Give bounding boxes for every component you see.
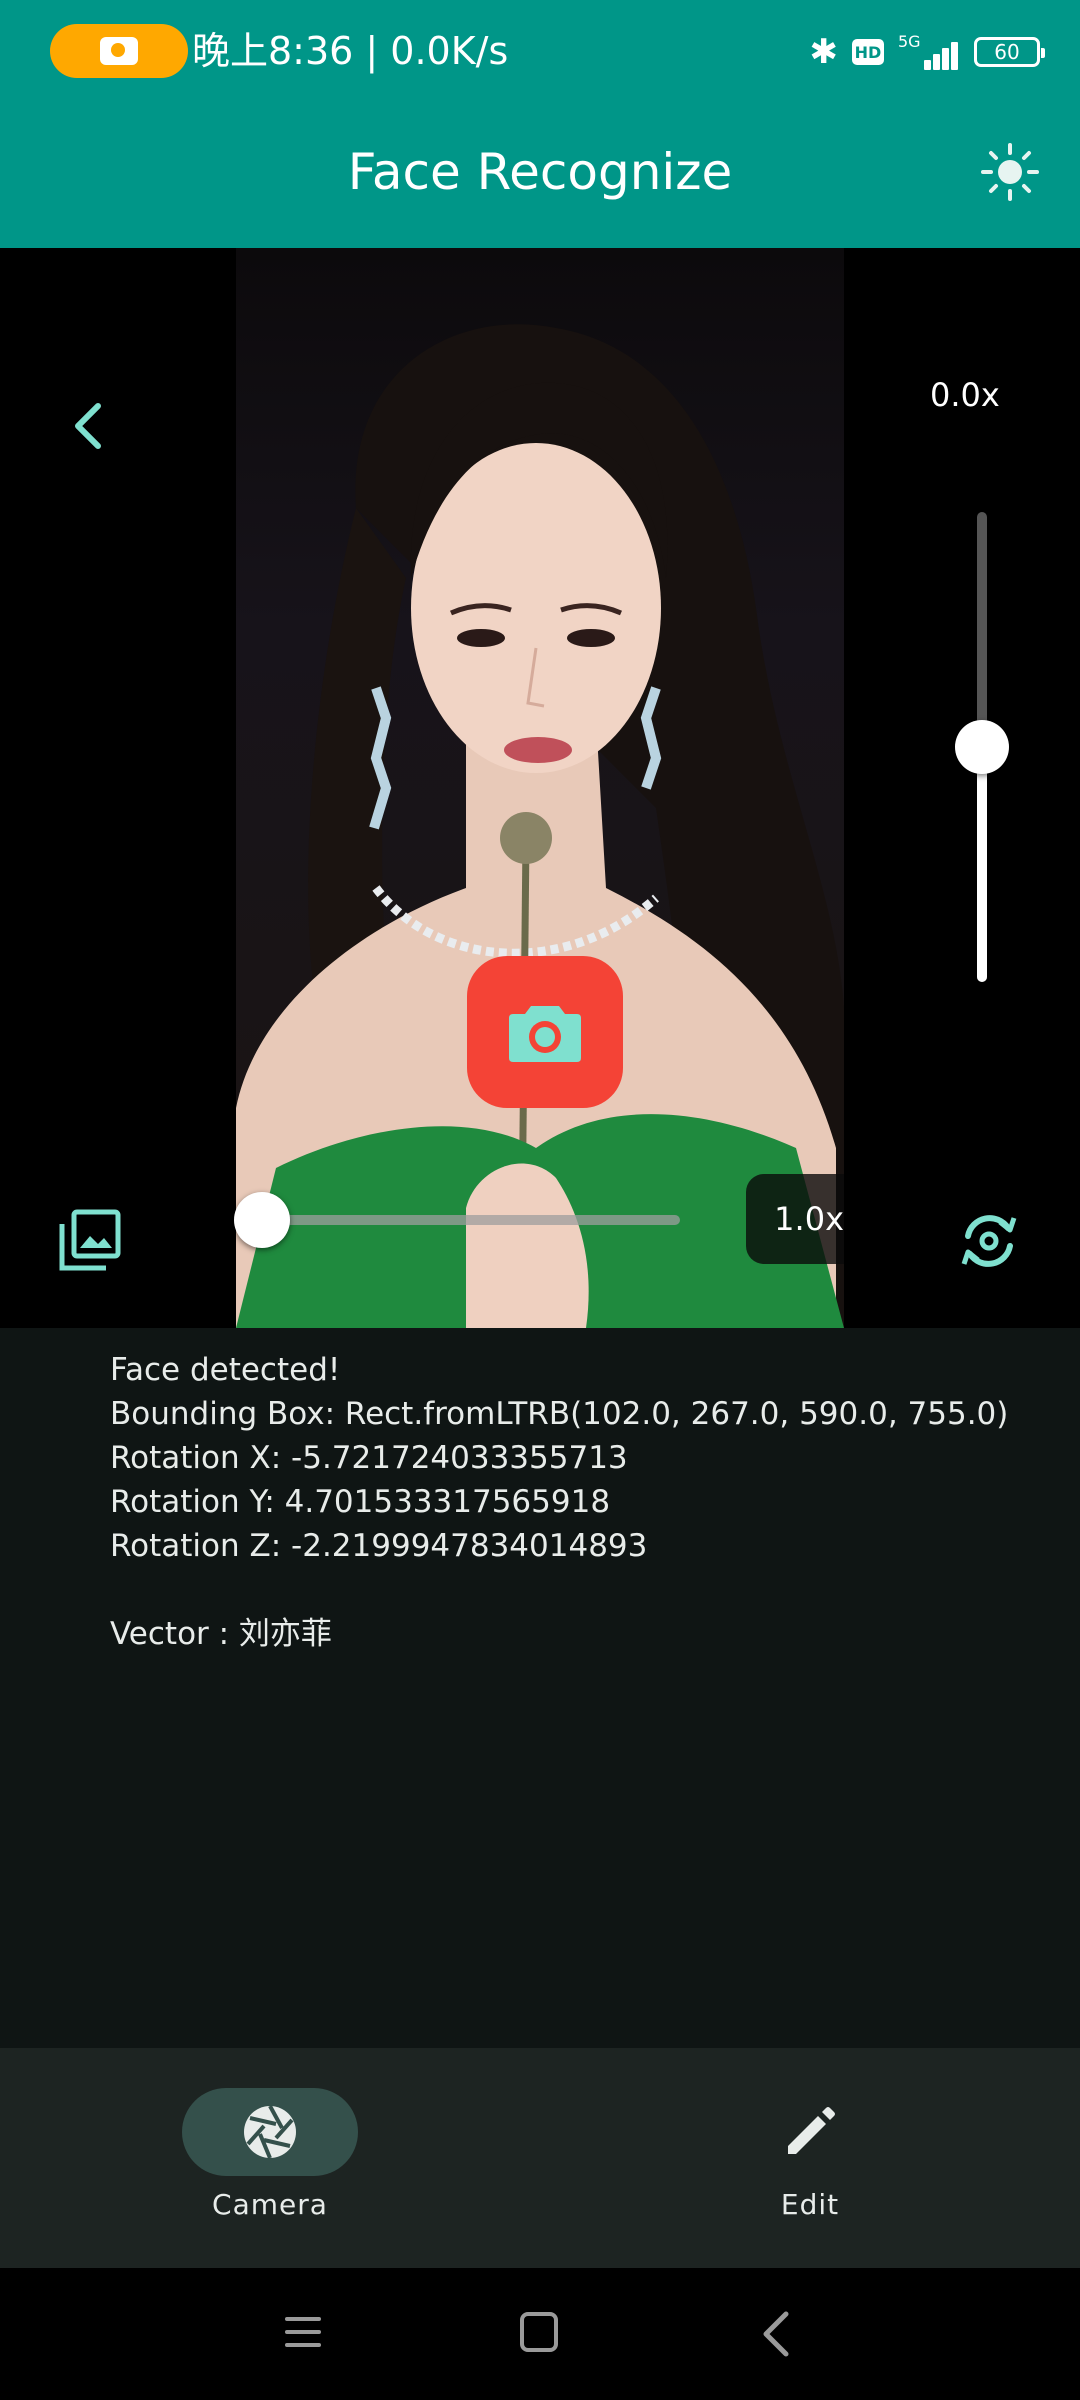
brightness-icon[interactable] bbox=[980, 142, 1040, 202]
aperture-icon bbox=[244, 2105, 296, 2159]
bluetooth-icon: ✱ bbox=[809, 32, 839, 72]
pencil-icon bbox=[788, 2107, 835, 2154]
signal-icon: 5G bbox=[898, 32, 960, 72]
result-rotation-z: Rotation Z: -2.2199947834014893 bbox=[110, 1528, 648, 1564]
result-bounding-box: Bounding Box: Rect.fromLTRB(102.0, 267.0… bbox=[110, 1396, 1009, 1432]
exposure-slider-fill bbox=[977, 747, 987, 982]
battery-level: 60 bbox=[994, 40, 1020, 64]
camera-preview-image bbox=[236, 248, 844, 1328]
portrait-photo bbox=[236, 324, 844, 1328]
camera-icon bbox=[100, 37, 138, 65]
gallery-icon[interactable] bbox=[58, 1208, 122, 1272]
home-icon[interactable] bbox=[520, 2312, 558, 2352]
nav-item-edit[interactable]: Edit bbox=[680, 2088, 940, 2221]
exposure-slider-thumb[interactable] bbox=[955, 720, 1009, 774]
status-icons: ✱ HD 5G 60 bbox=[809, 28, 1045, 76]
back-icon[interactable] bbox=[62, 398, 118, 454]
network-type-label: 5G bbox=[898, 32, 921, 51]
recent-apps-icon[interactable] bbox=[284, 2314, 322, 2350]
capture-camera-icon bbox=[509, 1006, 581, 1062]
flip-camera-icon[interactable] bbox=[956, 1208, 1022, 1274]
zoom-slider-track[interactable] bbox=[262, 1215, 680, 1225]
result-status: Face detected! bbox=[110, 1352, 341, 1388]
result-rotation-y: Rotation Y: 4.701533317565918 bbox=[110, 1484, 611, 1520]
result-rotation-x: Rotation X: -5.721724033355713 bbox=[110, 1440, 628, 1476]
page-title: Face Recognize bbox=[347, 143, 733, 201]
nav-camera-indicator bbox=[182, 2088, 358, 2176]
capture-button[interactable] bbox=[467, 956, 623, 1108]
detection-results: Face detected! Bounding Box: Rect.fromLT… bbox=[110, 1348, 1008, 1656]
camera-preview-area: 0.0x 1.0x bbox=[0, 248, 1080, 1328]
nav-label-camera: Camera bbox=[212, 2188, 328, 2221]
zoom-badge: 1.0x bbox=[746, 1174, 844, 1264]
nav-label-edit: Edit bbox=[780, 2188, 840, 2221]
header: 晚上8:36 | 0.0K/s ✱ HD 5G 60 Face Recogniz… bbox=[0, 0, 1080, 248]
battery-icon: 60 bbox=[974, 37, 1045, 67]
system-navigation-bar bbox=[0, 2268, 1080, 2400]
status-time-speed: 晚上8:36 | 0.0K/s bbox=[192, 29, 509, 73]
bottom-navigation: Camera Edit bbox=[0, 2048, 1080, 2268]
hd-icon: HD bbox=[852, 39, 884, 65]
zoom-slider-thumb[interactable] bbox=[234, 1192, 290, 1248]
system-back-icon[interactable] bbox=[758, 2310, 794, 2358]
result-vector: Vector : 刘亦菲 bbox=[110, 1616, 332, 1652]
zoom-level-label: 0.0x bbox=[930, 376, 1000, 414]
screen-record-pill[interactable] bbox=[50, 24, 188, 78]
nav-item-camera[interactable]: Camera bbox=[140, 2088, 400, 2221]
